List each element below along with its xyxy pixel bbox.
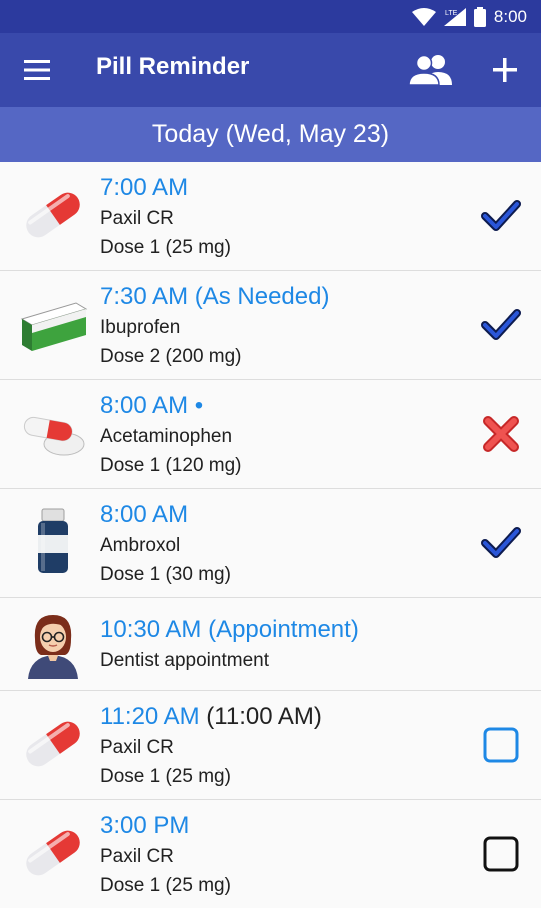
dose-amount: Dose 1 (25 mg): [100, 875, 231, 896]
appointment-time: 10:30 AM (Appointment): [100, 616, 359, 643]
svg-text:LTE: LTE: [445, 10, 458, 17]
actual-time: 11:20 AM: [100, 703, 200, 730]
status-bar: LTE 8:00: [0, 0, 541, 33]
list-item[interactable]: 3:00 PM Paxil CR Dose 1 (25 mg): [0, 800, 541, 908]
medicine-name: Paxil CR: [100, 737, 174, 758]
clock: 8:00: [493, 6, 527, 26]
wifi-icon: [411, 7, 436, 26]
check-icon[interactable]: [481, 523, 521, 563]
scheduled-time: (11:00 AM): [206, 703, 322, 730]
dose-amount: Dose 1 (25 mg): [100, 766, 231, 787]
dose-time: 8:00 AM: [100, 501, 189, 528]
list-item[interactable]: 11:20 AM (11:00 AM) Paxil CR Dose 1 (25 …: [0, 691, 541, 800]
list-item[interactable]: 8:00 AM • Acetaminophen Dose 1 (120 mg): [0, 380, 541, 489]
dose-time: 7:30 AM (As Needed): [100, 283, 330, 310]
check-icon[interactable]: [481, 305, 521, 345]
menu-icon[interactable]: [24, 57, 50, 83]
capsule-icon: [26, 830, 80, 876]
reminder-list: 7:00 AM Paxil CR Dose 1 (25 mg) 7:30 AM …: [0, 162, 541, 908]
list-item[interactable]: 8:00 AM Ambroxol Dose 1 (30 mg): [0, 489, 541, 598]
medicine-name: Acetaminophen: [100, 426, 233, 447]
dose-time: 8:00 AM •: [100, 392, 204, 419]
dose-amount: Dose 1 (120 mg): [100, 455, 242, 476]
list-item[interactable]: 7:30 AM (As Needed) Ibuprofen Dose 2 (20…: [0, 271, 541, 380]
doctor-avatar: [28, 615, 78, 679]
dose-amount: Dose 2 (200 mg): [100, 346, 242, 367]
medicine-name: Paxil CR: [100, 208, 174, 229]
capsule-icon: [26, 192, 80, 238]
status-icons: LTE 8:00: [411, 4, 527, 29]
dose-time: 3:00 PM: [100, 812, 190, 839]
app-title: Pill Reminder: [96, 53, 250, 80]
checkbox[interactable]: [481, 725, 521, 765]
app-bar: Pill Reminder: [0, 33, 541, 107]
cross-icon[interactable]: [481, 414, 521, 454]
dose-time: 11:20 AM (11:00 AM): [100, 703, 322, 731]
lte-signal-icon: LTE: [443, 7, 466, 26]
appointment-name: Dentist appointment: [100, 650, 269, 671]
add-icon[interactable]: [490, 55, 520, 85]
pills-icon: [23, 416, 85, 456]
medicine-name: Paxil CR: [100, 846, 174, 867]
medicine-name: Ibuprofen: [100, 317, 181, 338]
bottle-icon: [38, 508, 68, 573]
dose-amount: Dose 1 (25 mg): [100, 237, 231, 258]
capsule-icon: [26, 721, 80, 767]
medicine-name: Ambroxol: [100, 535, 181, 556]
dose-time: 7:00 AM: [100, 174, 189, 201]
checkbox[interactable]: [481, 834, 521, 874]
list-item[interactable]: 10:30 AM (Appointment) Dentist appointme…: [0, 598, 541, 691]
dose-amount: Dose 1 (30 mg): [100, 564, 231, 585]
battery-icon: [473, 6, 486, 27]
people-icon[interactable]: [408, 53, 454, 87]
date-header: Today (Wed, May 23): [0, 107, 541, 162]
list-item[interactable]: 7:00 AM Paxil CR Dose 1 (25 mg): [0, 162, 541, 271]
date-label: Today (Wed, May 23): [151, 120, 390, 148]
pill-box-icon: [20, 302, 88, 351]
check-icon[interactable]: [481, 196, 521, 236]
